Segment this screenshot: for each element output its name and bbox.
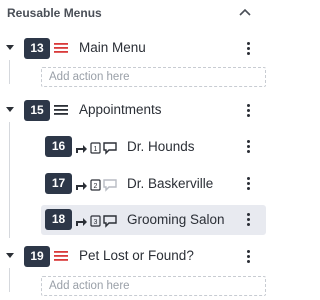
forward-icon xyxy=(76,218,87,226)
forward-icon xyxy=(76,145,87,153)
more-options-icon[interactable] xyxy=(245,250,251,266)
tree-connector xyxy=(9,60,10,84)
more-options-icon[interactable] xyxy=(245,213,251,229)
submenu-number-badge: 16 xyxy=(45,136,72,157)
menu-lines-icon xyxy=(54,105,68,115)
submenu-label[interactable]: Dr. Baskerville xyxy=(127,176,213,191)
menu-label[interactable]: Main Menu xyxy=(79,40,146,55)
more-options-icon[interactable] xyxy=(245,42,251,58)
menu-number-badge: 15 xyxy=(24,100,50,121)
submenu-number-badge: 18 xyxy=(45,209,72,230)
menu-lines-icon xyxy=(54,251,68,261)
forward-icon xyxy=(76,182,87,190)
svg-text:1: 1 xyxy=(94,146,98,153)
caret-down-icon[interactable] xyxy=(5,44,15,52)
menu-label[interactable]: Pet Lost or Found? xyxy=(79,248,194,263)
caret-down-icon[interactable] xyxy=(5,252,15,260)
submenu-label[interactable]: Grooming Salon xyxy=(127,212,225,227)
chat-icon xyxy=(103,215,117,228)
menu-lines-icon xyxy=(54,43,68,53)
more-options-icon[interactable] xyxy=(245,177,251,193)
chat-icon xyxy=(103,142,117,155)
action-icons: 3 xyxy=(76,215,117,228)
tree-connector xyxy=(9,122,10,238)
submenu-row-selected[interactable]: 18 3 Grooming Salon xyxy=(41,205,266,235)
submenu-number-badge: 17 xyxy=(45,173,72,194)
tree-connector xyxy=(9,268,10,292)
action-icons: 1 xyxy=(76,142,117,155)
submenu-row[interactable]: 16 1 Dr. Hounds xyxy=(41,134,266,160)
menu-number-badge: 19 xyxy=(24,246,50,267)
panel-header: Reusable Menus xyxy=(0,0,269,28)
chat-icon xyxy=(103,179,117,192)
add-action-dropzone[interactable]: Add action here xyxy=(41,67,266,87)
svg-text:3: 3 xyxy=(94,219,98,226)
svg-text:2: 2 xyxy=(94,183,98,190)
submenu-row[interactable]: 17 2 Dr. Baskerville xyxy=(41,171,266,197)
submenu-label[interactable]: Dr. Hounds xyxy=(127,139,195,154)
menu-label[interactable]: Appointments xyxy=(79,102,162,117)
more-options-icon[interactable] xyxy=(245,140,251,156)
chevron-up-icon[interactable] xyxy=(238,7,252,17)
more-options-icon[interactable] xyxy=(245,104,251,120)
panel-title: Reusable Menus xyxy=(7,6,102,20)
caret-down-icon[interactable] xyxy=(5,106,15,114)
menu-number-badge: 13 xyxy=(24,38,50,59)
action-icons: 2 xyxy=(76,179,117,192)
add-action-dropzone[interactable]: Add action here xyxy=(41,276,266,296)
